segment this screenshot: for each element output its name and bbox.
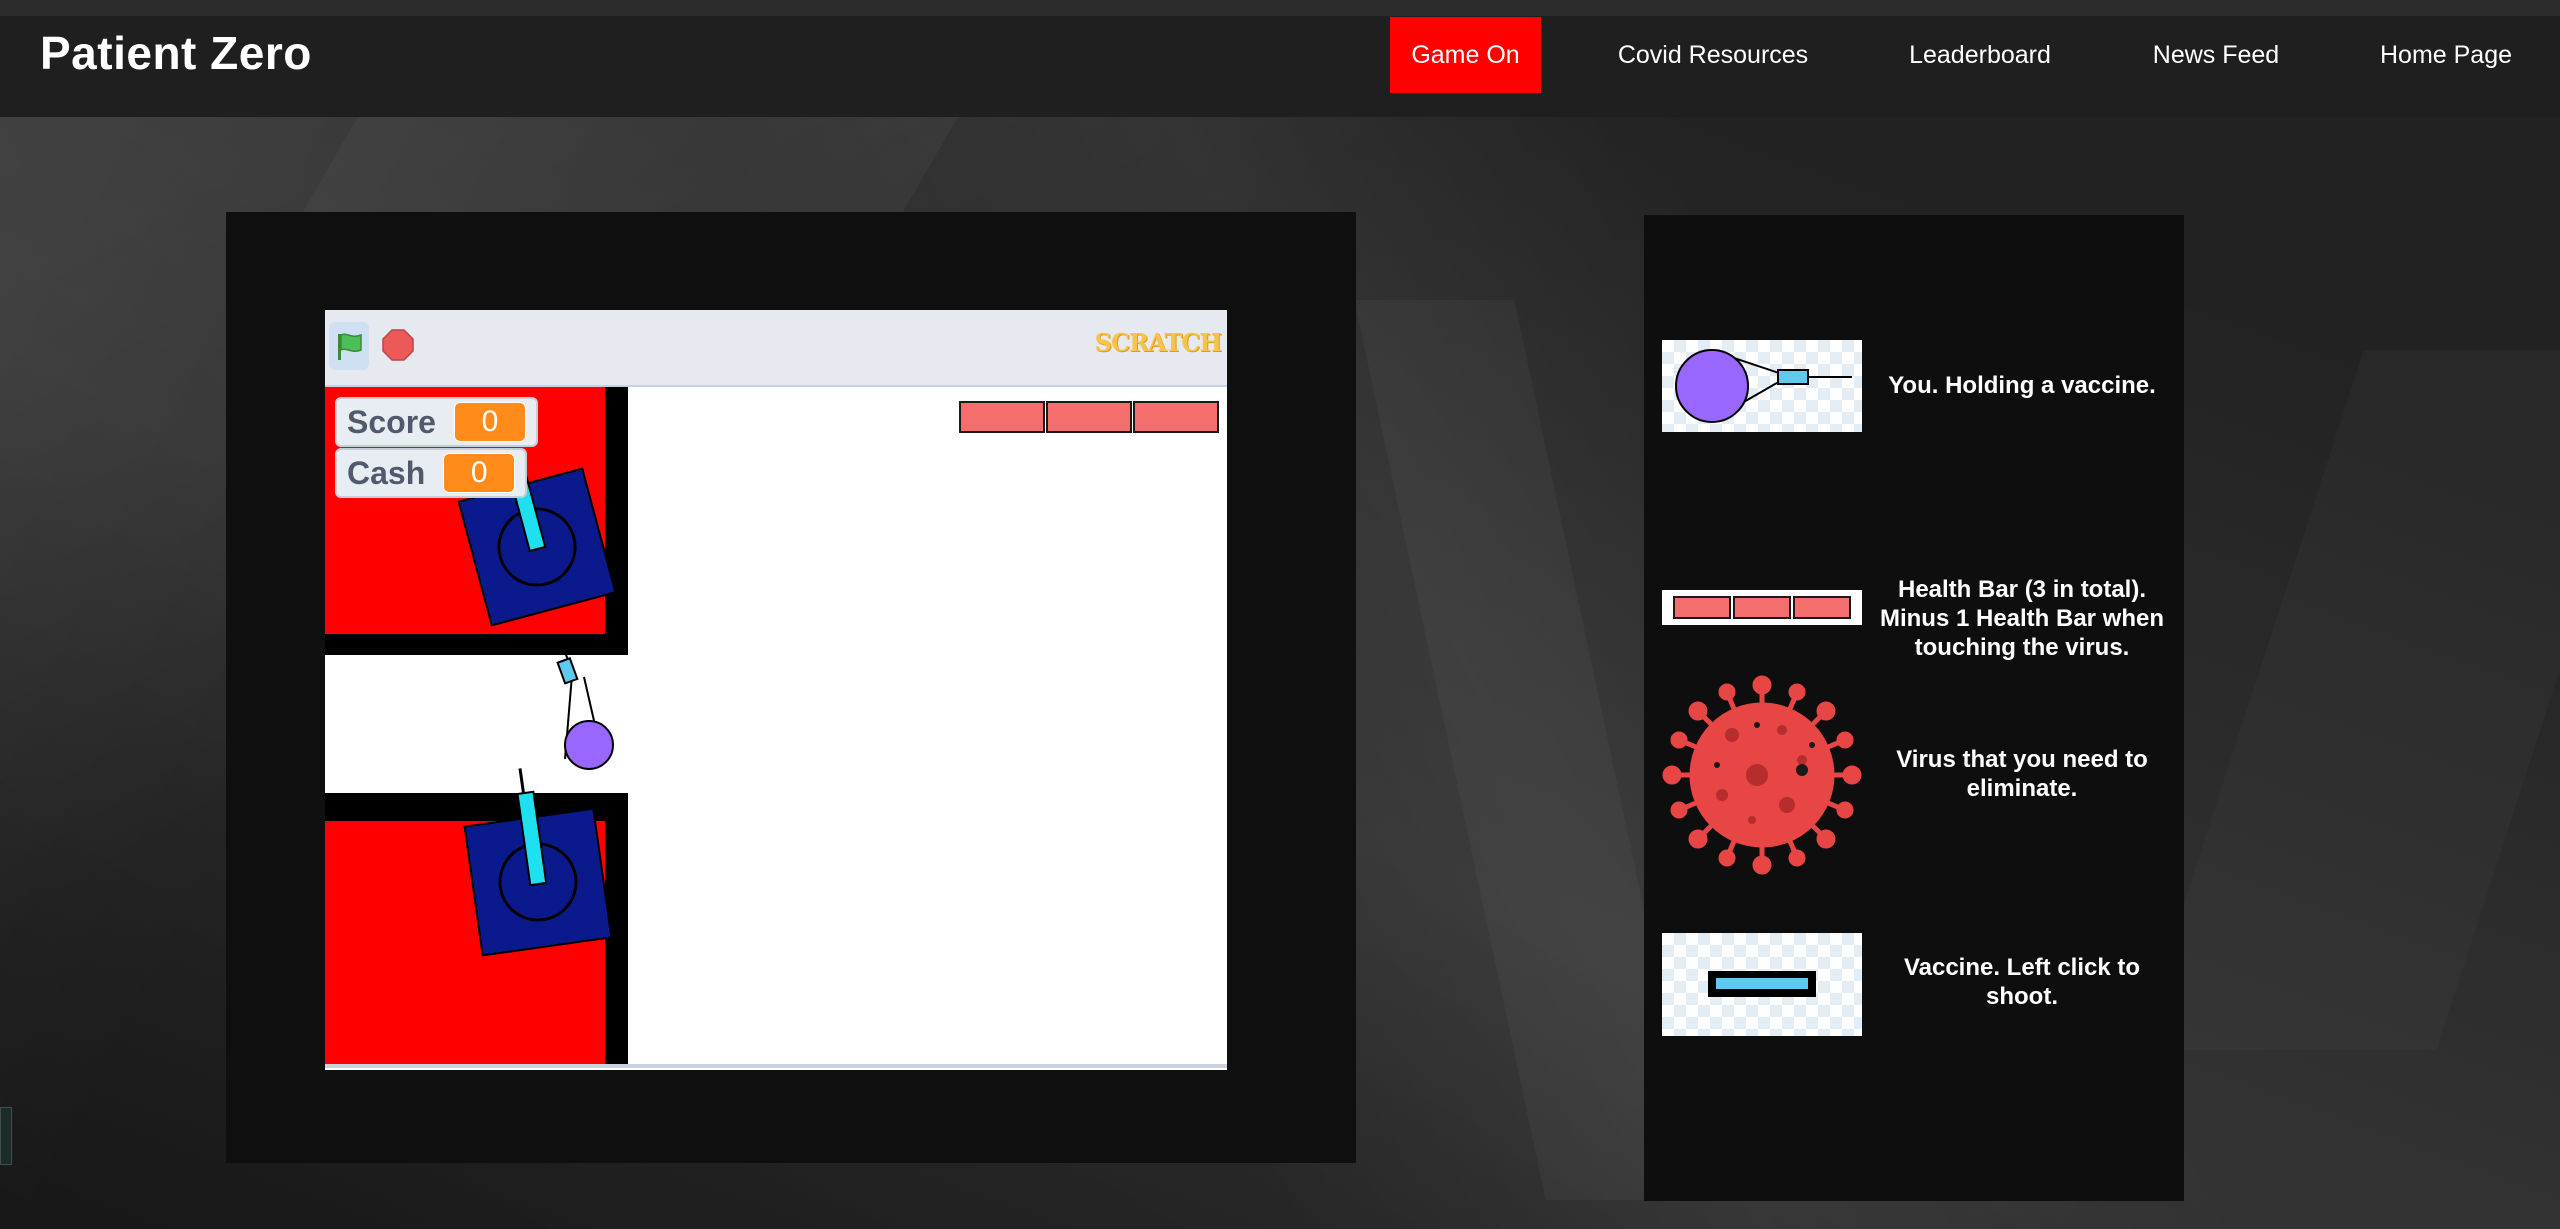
health-bar-segment: [1133, 401, 1219, 433]
nav-news-feed[interactable]: News Feed: [2134, 17, 2298, 93]
green-flag-icon: [338, 333, 362, 360]
green-flag-button[interactable]: [329, 322, 369, 370]
player-sprite: [556, 644, 614, 770]
turret-bottom: [463, 768, 613, 957]
nav-home-page[interactable]: Home Page: [2360, 17, 2532, 93]
vaccine-icon: [1662, 933, 1862, 1036]
legend-item-vaccine: Vaccine. Left click to shoot.: [1662, 933, 2172, 1036]
legend-item-virus: Virus that you need to eliminate.: [1662, 675, 2172, 875]
legend-text-player: You. Holding a vaccine.: [1888, 372, 2156, 399]
health-bar-segment: [959, 401, 1045, 433]
legend-item-player: You. Holding a vaccine.: [1662, 340, 2172, 432]
legend-text-vaccine: Vaccine. Left click to shoot.: [1903, 954, 2141, 1010]
stop-sign-icon: [382, 329, 414, 361]
scratch-player: SCRATCH Score 0 Cash 0: [325, 310, 1227, 1070]
stage-bottom-border: [325, 1064, 1227, 1068]
player-controls-bar: SCRATCH: [325, 310, 1227, 387]
nav-covid-resources[interactable]: Covid Resources: [1598, 17, 1828, 93]
edge-tab[interactable]: [0, 1107, 12, 1165]
nav-game-on[interactable]: Game On: [1390, 17, 1541, 93]
game-stage[interactable]: Score 0 Cash 0: [325, 387, 1227, 1068]
instructions-panel: You. Holding a vaccine. Health Bar (3 in…: [1644, 215, 2184, 1201]
score-value: 0: [453, 402, 526, 442]
legend-text-health: Health Bar (3 in total). Minus 1 Health …: [1879, 576, 2165, 661]
virus-icon: [1662, 675, 1862, 875]
nav-leaderboard[interactable]: Leaderboard: [1880, 17, 2080, 93]
score-monitor: Score 0: [335, 397, 538, 447]
scratch-logo[interactable]: SCRATCH: [1095, 328, 1222, 357]
health-bar-segment: [1046, 401, 1132, 433]
player-with-vaccine-icon: [1662, 340, 1862, 432]
brand-title[interactable]: Patient Zero: [40, 26, 312, 80]
health-bar-icon: [1662, 590, 1862, 625]
header-top-strip: [0, 0, 2560, 16]
cash-label: Cash: [347, 454, 426, 491]
cash-value: 0: [443, 453, 516, 493]
legend-item-health: Health Bar (3 in total). Minus 1 Health …: [1662, 575, 2172, 661]
stop-button[interactable]: [382, 329, 414, 361]
legend-text-virus: Virus that you need to eliminate.: [1896, 746, 2148, 802]
score-label: Score: [347, 403, 436, 440]
cash-monitor: Cash 0: [335, 448, 528, 498]
top-navbar: Patient Zero Game On Covid Resources Lea…: [0, 0, 2560, 117]
